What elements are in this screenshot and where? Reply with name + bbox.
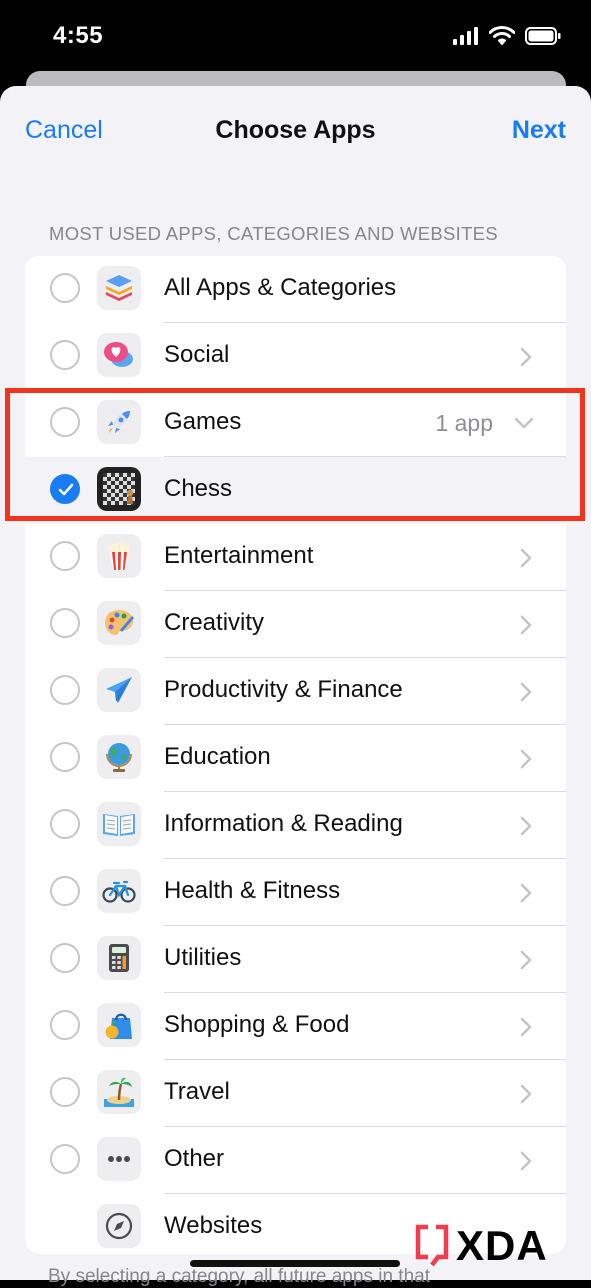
chevron-right-icon — [520, 548, 532, 568]
row-label: Entertainment — [164, 542, 314, 569]
radio-button[interactable] — [50, 742, 80, 772]
radio-button[interactable] — [50, 675, 80, 705]
palm-island-icon — [97, 1070, 141, 1114]
list-item-other[interactable]: Other — [25, 1127, 566, 1194]
row-label: Education — [164, 743, 271, 770]
radio-button[interactable] — [50, 876, 80, 906]
row-label: Other — [164, 1145, 225, 1172]
bicycle-icon — [97, 869, 141, 913]
radio-button[interactable] — [50, 943, 80, 973]
open-book-icon — [97, 802, 141, 846]
palette-icon — [97, 601, 141, 645]
list-item-education[interactable]: Education — [25, 725, 566, 792]
row-label: All Apps & Categories — [164, 274, 397, 301]
radio-button[interactable] — [50, 340, 80, 370]
radio-button[interactable] — [50, 1010, 80, 1040]
chevron-right-icon — [520, 1017, 532, 1037]
radio-button[interactable] — [50, 541, 80, 571]
row-label: Shopping & Food — [164, 1011, 350, 1038]
battery-icon — [525, 26, 561, 45]
chevron-right-icon — [520, 1151, 532, 1171]
radio-button[interactable] — [50, 1077, 80, 1107]
globe-icon — [97, 735, 141, 779]
chevron-right-icon — [520, 1084, 532, 1104]
row-label: Productivity & Finance — [164, 676, 403, 703]
highlight-annotation — [5, 388, 585, 521]
compass-icon — [97, 1204, 141, 1248]
footer-description: By selecting a category, all future apps… — [48, 1266, 430, 1287]
radio-button[interactable] — [50, 608, 80, 638]
xda-logo-text: XDA — [456, 1222, 548, 1269]
radio-button[interactable] — [50, 809, 80, 839]
row-label: Travel — [164, 1078, 230, 1105]
status-time: 4:55 — [53, 22, 104, 49]
shopping-bag-icon — [97, 1003, 141, 1047]
list-item-health-fitness[interactable]: Health & Fitness — [25, 859, 566, 926]
ellipsis-icon — [97, 1137, 141, 1181]
row-label: Creativity — [164, 609, 265, 636]
list-item-entertainment[interactable]: Entertainment — [25, 524, 566, 591]
chevron-right-icon — [520, 682, 532, 702]
list-item-social[interactable]: Social — [25, 323, 566, 390]
list-item-productivity-finance[interactable]: Productivity & Finance — [25, 658, 566, 725]
list-item-travel[interactable]: Travel — [25, 1060, 566, 1127]
status-icons — [453, 26, 561, 45]
list-item-information-reading[interactable]: Information & Reading — [25, 792, 566, 859]
page-title: Choose Apps — [215, 116, 376, 144]
section-header: MOST USED APPS, CATEGORIES AND WEBSITES — [49, 223, 498, 244]
chevron-right-icon — [520, 883, 532, 903]
cellular-signal-icon — [453, 26, 478, 45]
chevron-right-icon — [520, 749, 532, 769]
choose-apps-sheet: Cancel Choose Apps Next MOST USED APPS, … — [0, 86, 591, 1280]
row-label: Health & Fitness — [164, 877, 341, 904]
chevron-right-icon — [520, 816, 532, 836]
list-item-shopping-food[interactable]: Shopping & Food — [25, 993, 566, 1060]
status-bar: 4:55 — [0, 0, 591, 72]
calculator-icon — [97, 936, 141, 980]
chevron-right-icon — [520, 347, 532, 367]
xda-logo-icon — [415, 1224, 449, 1267]
radio-button[interactable] — [50, 1144, 80, 1174]
xda-watermark: XDA — [414, 1223, 548, 1269]
row-label: Information & Reading — [164, 810, 403, 837]
wifi-icon — [489, 26, 515, 45]
list-item-utilities[interactable]: Utilities — [25, 926, 566, 993]
heart-bubble-icon — [97, 333, 141, 377]
chevron-right-icon — [520, 950, 532, 970]
home-indicator[interactable] — [190, 1260, 400, 1267]
row-label: Websites — [164, 1212, 263, 1239]
popcorn-icon — [97, 534, 141, 578]
stack-icon — [97, 266, 141, 310]
chevron-right-icon — [520, 615, 532, 635]
list-item-creativity[interactable]: Creativity — [25, 591, 566, 658]
next-button[interactable]: Next — [512, 116, 566, 145]
radio-button[interactable] — [50, 273, 80, 303]
row-label: Social — [164, 341, 230, 368]
list-item-all-apps[interactable]: All Apps & Categories — [25, 256, 566, 323]
paper-plane-icon — [97, 668, 141, 712]
row-label: Utilities — [164, 944, 242, 971]
